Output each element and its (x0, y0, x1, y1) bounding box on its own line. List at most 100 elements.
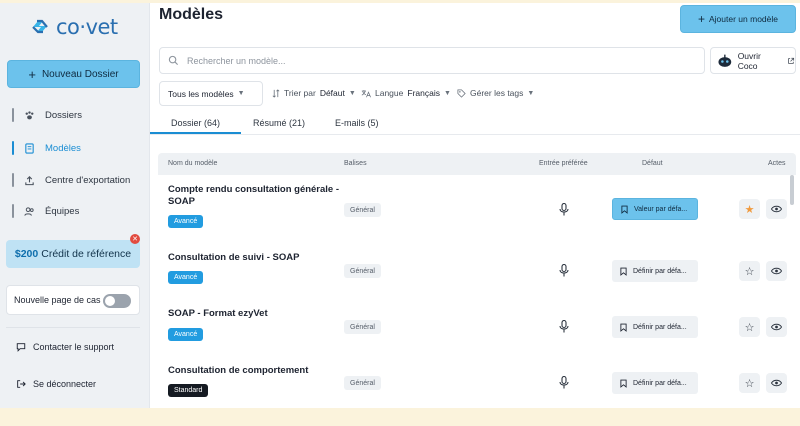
eye-icon (771, 267, 782, 275)
tab-dossier[interactable]: Dossier (64) (150, 118, 242, 134)
scrollbar[interactable] (790, 175, 794, 205)
sidebar-item-label: Équipes (45, 205, 80, 217)
language-dropdown[interactable]: Langue Français ▼ (361, 81, 451, 105)
all-models-dropdown[interactable]: Tous les modèles ▼ (159, 81, 263, 106)
tab-label: E-mails (5) (335, 118, 379, 128)
search-icon (168, 55, 179, 66)
sidebar-item-export[interactable]: Centre d'exportation (12, 170, 130, 190)
tag-chip: Général (344, 264, 381, 278)
preview-button[interactable] (766, 373, 787, 393)
tab-emails[interactable]: E-mails (5) (335, 118, 379, 134)
add-model-label: Ajouter un modèle (709, 14, 778, 24)
plus-icon: + (28, 66, 36, 82)
bottom-strip (0, 408, 800, 426)
search-placeholder: Rechercher un modèle... (187, 55, 286, 66)
set-default-button[interactable]: Définir par défa... (612, 260, 698, 282)
bookmark-icon (620, 323, 627, 332)
sidebar-item-modeles[interactable]: Modèles (12, 138, 81, 158)
language-value: Français (407, 88, 440, 98)
level-badge: Avancé (168, 215, 204, 228)
column-header-default: Défaut (642, 160, 663, 167)
microphone-icon[interactable] (559, 376, 569, 389)
tag-chip: Général (344, 203, 381, 217)
table-row[interactable]: Consultation de comportement Standard Gé… (158, 346, 788, 402)
table-header: Nom du modèle Balises Entrée préférée Dé… (158, 153, 796, 175)
set-default-button[interactable]: Valeur par défa... (612, 198, 698, 220)
logo[interactable]: co·vet (30, 15, 118, 39)
logo-text: co·vet (56, 15, 118, 39)
tab-resume[interactable]: Résumé (21) (253, 118, 305, 134)
eye-icon (771, 205, 782, 213)
sidebar-item-label: Modèles (45, 142, 81, 154)
sidebar-item-label: Centre d'exportation (45, 174, 131, 186)
nav-indicator (12, 141, 14, 155)
sort-icon (272, 88, 280, 98)
nav-indicator (12, 204, 14, 218)
favorite-button[interactable]: ☆ (739, 317, 760, 337)
star-icon: ★ (744, 203, 755, 216)
favorite-button[interactable]: ☆ (739, 261, 760, 281)
eye-icon (771, 323, 782, 331)
microphone-icon[interactable] (559, 203, 569, 216)
sort-label: Trier par (284, 88, 316, 98)
level-badge: Avancé (168, 271, 204, 284)
all-models-label: Tous les modèles (168, 88, 234, 99)
tab-label: Dossier (64) (171, 118, 221, 128)
preview-button[interactable] (766, 199, 787, 219)
logout-link[interactable]: Se déconnecter (16, 379, 96, 389)
table-row[interactable]: Compte rendu consultation générale - SOA… (158, 178, 788, 234)
sidebar-item-label: Dossiers (45, 109, 82, 121)
set-default-button[interactable]: Définir par défa... (612, 372, 698, 394)
search-input[interactable]: Rechercher un modèle... (159, 47, 705, 74)
new-case-page-toggle[interactable] (103, 294, 131, 308)
page-title: Modèles (159, 6, 224, 23)
model-name: Compte rendu consultation générale - SOA… (168, 184, 340, 207)
logout-label: Se déconnecter (33, 379, 97, 389)
sidebar: co·vet + Nouveau Dossier Dossiers Modèle… (0, 3, 150, 408)
star-outline-icon: ☆ (744, 321, 755, 334)
chevron-down-icon: ▼ (527, 89, 535, 97)
favorite-button[interactable]: ★ (739, 199, 760, 219)
level-badge: Avancé (168, 328, 204, 341)
add-model-button[interactable]: + Ajouter un modèle (680, 5, 796, 33)
bookmark-icon (620, 267, 627, 276)
open-coco-label: Ouvrir Coco (737, 50, 761, 71)
microphone-icon[interactable] (559, 320, 569, 333)
column-header-name: Nom du modèle (168, 160, 218, 167)
star-outline-icon: ☆ (744, 377, 755, 390)
sidebar-item-dossiers[interactable]: Dossiers (12, 105, 82, 125)
sort-dropdown[interactable]: Trier par Défaut ▼ (272, 81, 356, 105)
preview-button[interactable] (766, 261, 787, 281)
default-label: Définir par défa... (633, 379, 687, 387)
chevron-down-icon: ▼ (237, 90, 245, 97)
nav-indicator (12, 108, 14, 122)
new-dossier-button[interactable]: + Nouveau Dossier (7, 60, 140, 88)
close-icon[interactable]: ✕ (130, 234, 140, 244)
table-row[interactable]: Consultation de suivi - SOAP Avancé Géné… (158, 234, 788, 290)
tab-label: Résumé (21) (253, 118, 306, 128)
open-coco-button[interactable]: Ouvrir Coco (710, 47, 796, 74)
set-default-button[interactable]: Définir par défa... (612, 316, 698, 338)
language-label: Langue (375, 88, 404, 98)
bookmark-icon (621, 205, 628, 214)
paw-icon (25, 110, 34, 119)
bookmark-icon (620, 379, 627, 388)
microphone-icon[interactable] (559, 264, 569, 277)
plus-icon: + (697, 12, 705, 26)
tag-icon (457, 88, 466, 98)
favorite-button[interactable]: ☆ (739, 373, 760, 393)
column-header-input: Entrée préférée (539, 160, 588, 167)
chat-icon (16, 343, 26, 352)
model-name: Consultation de suivi - SOAP (168, 252, 300, 263)
table-row[interactable]: SOAP - Format ezyVet Avancé Général Défi… (158, 290, 788, 346)
referral-credit-button[interactable]: $200 Crédit de référence (6, 240, 140, 268)
contact-support-label: Contacter le support (33, 342, 115, 352)
sidebar-item-equipes[interactable]: Équipes (12, 201, 79, 221)
manage-tags-label: Gérer les tags (470, 88, 524, 98)
preview-button[interactable] (766, 317, 787, 337)
robot-icon (718, 54, 732, 67)
contact-support-link[interactable]: Contacter le support (16, 342, 114, 352)
manage-tags-dropdown[interactable]: Gérer les tags ▼ (457, 81, 534, 105)
new-case-page-toggle-box: Nouvelle page de cas (6, 285, 140, 315)
document-icon (25, 142, 34, 154)
